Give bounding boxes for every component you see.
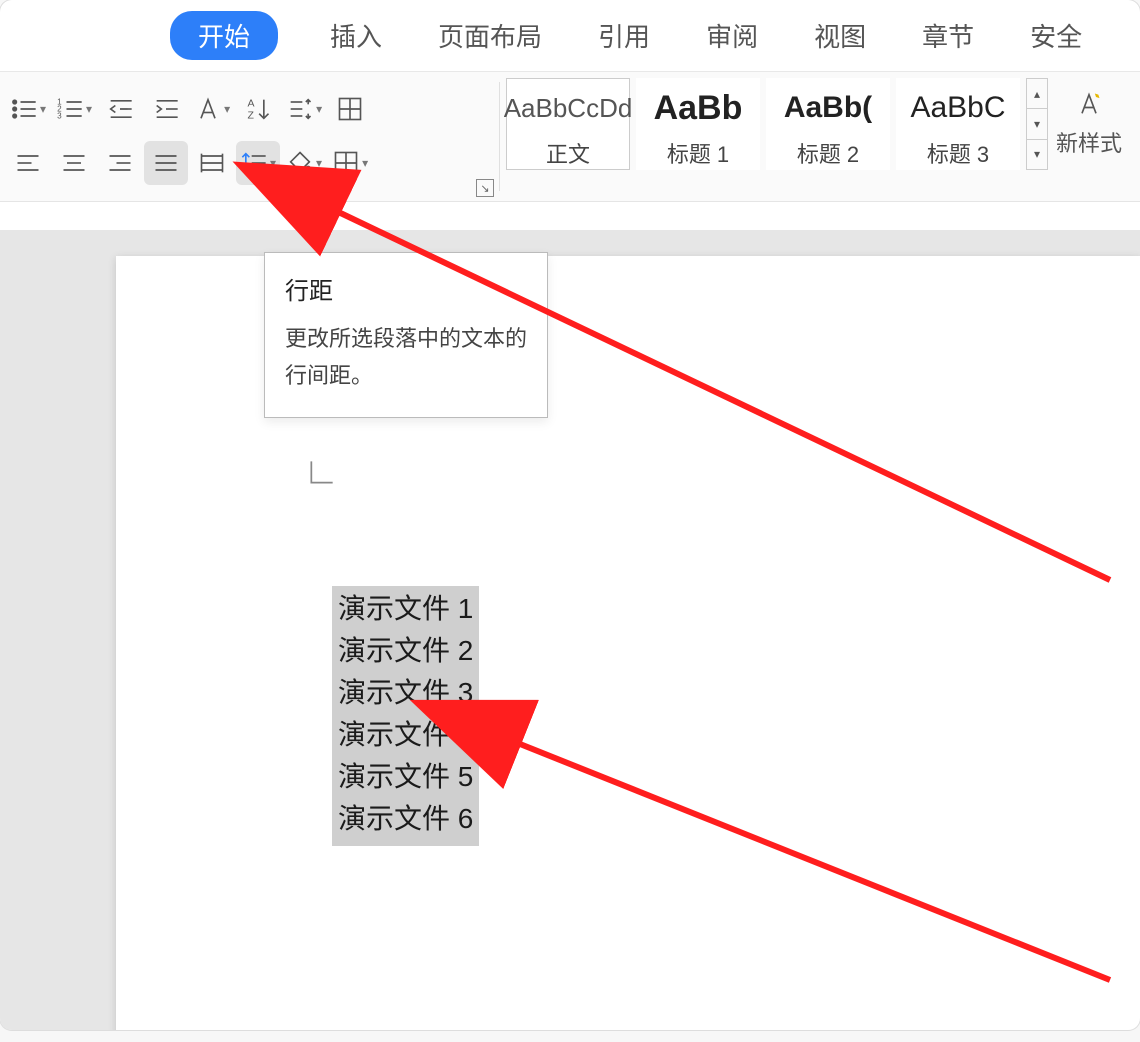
app-window: 开始 插入 页面布局 引用 审阅 视图 章节 安全 ▾ 123▾ <box>0 0 1140 1030</box>
bullet-list-button[interactable]: ▾ <box>6 87 50 131</box>
paragraph-group: ▾ 123▾ ▾ AZ ▾ <box>0 72 500 201</box>
styles-scroll[interactable]: ▴ ▾ ▾ <box>1026 78 1048 170</box>
svg-text:3: 3 <box>57 111 62 120</box>
increase-indent-button[interactable] <box>144 87 188 131</box>
tab-layout[interactable]: 页面布局 <box>434 13 546 58</box>
shading-button[interactable]: ▾ <box>282 141 326 185</box>
align-justify-button[interactable] <box>144 141 188 185</box>
text-wrap-button[interactable] <box>328 87 372 131</box>
style-heading2-name: 标题 2 <box>797 137 859 169</box>
style-heading1-name: 标题 1 <box>667 137 729 169</box>
styles-scroll-up-icon[interactable]: ▴ <box>1027 79 1047 109</box>
svg-text:Z: Z <box>248 109 255 121</box>
tab-reference[interactable]: 引用 <box>594 13 654 58</box>
doc-line: 演示文件 6 <box>338 798 473 840</box>
newstyle-group: 新样式 <box>1048 72 1130 201</box>
distributed-align-button[interactable] <box>190 141 234 185</box>
style-heading3[interactable]: AaBbC 标题 3 <box>896 78 1020 170</box>
align-right-button[interactable] <box>98 141 142 185</box>
style-heading3-preview: AaBbC <box>910 79 1005 137</box>
new-style-button[interactable] <box>1067 82 1111 126</box>
doc-line: 演示文件 4 <box>338 714 473 756</box>
style-heading3-name: 标题 3 <box>927 137 989 169</box>
doc-line: 演示文件 3 <box>338 672 473 714</box>
doc-line: 演示文件 1 <box>338 588 473 630</box>
selected-text-block[interactable]: 演示文件 1 演示文件 2 演示文件 3 演示文件 4 演示文件 5 演示文件 … <box>332 586 479 846</box>
paragraph-dialog-launcher[interactable]: ↘ <box>476 179 494 197</box>
numbered-list-button[interactable]: 123▾ <box>52 87 96 131</box>
tooltip-body: 更改所选段落中的文本的行间距。 <box>285 320 527 395</box>
tab-view[interactable]: 视图 <box>810 13 870 58</box>
style-body-preview: AaBbCcDd <box>504 79 633 137</box>
sort-button[interactable]: AZ <box>236 87 280 131</box>
tab-start[interactable]: 开始 <box>170 11 278 60</box>
styles-group: AaBbCcDd 正文 AaBb 标题 1 AaBb( 标题 2 AaBbC 标… <box>500 72 1048 201</box>
margin-corner-icon <box>306 456 338 493</box>
decrease-indent-button[interactable] <box>98 87 142 131</box>
tab-insert[interactable]: 插入 <box>326 13 386 58</box>
new-style-label: 新样式 <box>1056 126 1122 158</box>
style-body[interactable]: AaBbCcDd 正文 <box>506 78 630 170</box>
align-left-button[interactable] <box>6 141 50 185</box>
borders-button[interactable]: ▾ <box>328 141 372 185</box>
ribbon: ▾ 123▾ ▾ AZ ▾ <box>0 72 1140 202</box>
line-spacing-button[interactable]: ▾ <box>236 141 280 185</box>
style-body-name: 正文 <box>546 137 590 169</box>
tab-chapter[interactable]: 章节 <box>918 13 978 58</box>
doc-line: 演示文件 5 <box>338 756 473 798</box>
tab-secure[interactable]: 安全 <box>1026 13 1086 58</box>
styles-expand-icon[interactable]: ▾ <box>1027 140 1047 169</box>
doc-line: 演示文件 2 <box>338 630 473 672</box>
paragraph-spacing-button[interactable]: ▾ <box>282 87 326 131</box>
align-center-button[interactable] <box>52 141 96 185</box>
ribbon-tabs: 开始 插入 页面布局 引用 审阅 视图 章节 安全 <box>0 0 1140 72</box>
font-effects-button[interactable]: ▾ <box>190 87 234 131</box>
style-heading1-preview: AaBb <box>654 79 743 137</box>
workspace: 演示文件 1 演示文件 2 演示文件 3 演示文件 4 演示文件 5 演示文件 … <box>0 230 1140 1030</box>
tab-review[interactable]: 审阅 <box>702 13 762 58</box>
style-heading2[interactable]: AaBb( 标题 2 <box>766 78 890 170</box>
svg-text:A: A <box>248 98 255 110</box>
style-heading1[interactable]: AaBb 标题 1 <box>636 78 760 170</box>
styles-scroll-down-icon[interactable]: ▾ <box>1027 109 1047 139</box>
style-heading2-preview: AaBb( <box>784 79 872 137</box>
line-spacing-tooltip: 行距 更改所选段落中的文本的行间距。 <box>264 252 548 418</box>
tooltip-title: 行距 <box>285 271 527 306</box>
